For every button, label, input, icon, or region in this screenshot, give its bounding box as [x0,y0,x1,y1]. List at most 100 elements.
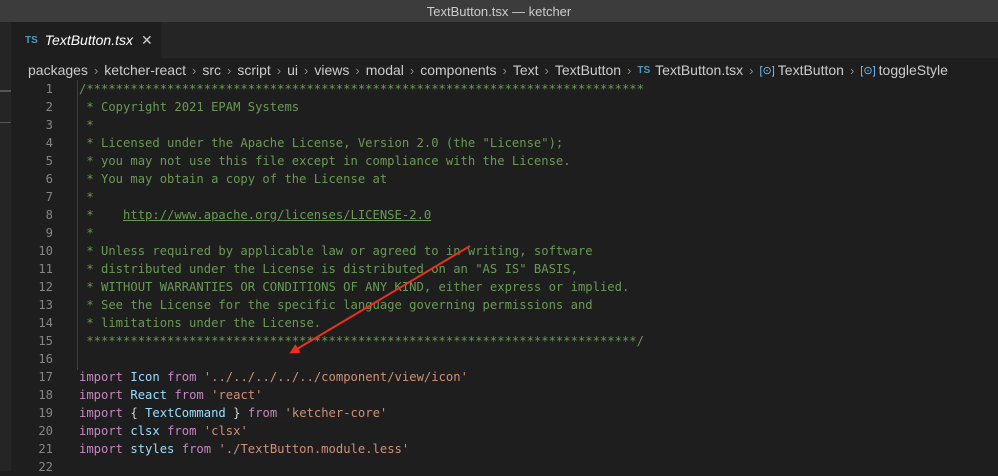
code-line: 3 * [11,116,998,134]
line-content: import { TextCommand } from 'ketcher-cor… [79,404,387,422]
line-number: 9 [45,226,53,240]
comment-text: * [79,226,94,240]
line-content: import React from 'react' [79,386,262,404]
line-number: 3 [45,118,53,132]
code-line: 11 * distributed under the License is di… [11,260,998,278]
line-content: import clsx from 'clsx' [79,422,248,440]
keyword-import: import [79,424,124,438]
gutter-divider [0,122,11,123]
comment-text: * distributed under the License is distr… [79,262,578,276]
line-content: * [79,224,94,242]
chevron-right-icon: › [849,62,855,78]
line-content: * distributed under the License is distr… [79,260,578,278]
chevron-right-icon: › [627,62,632,78]
comment-text: * Licensed under the Apache License, Ver… [79,136,564,150]
code-line: 15 *************************************… [11,332,998,350]
typescript-icon: TS [637,64,651,76]
chevron-right-icon: › [409,62,415,78]
line-number: 8 [45,208,53,222]
import-source: '../../../../../component/view/icon' [203,370,468,384]
code-line: 19 import { TextCommand } from 'ketcher-c… [11,404,998,422]
tab-title: TextButton.tsx [44,32,133,48]
line-content: * limitations under the License. [79,314,321,332]
chevron-right-icon: › [276,62,282,78]
line-number: 21 [38,442,53,456]
line-number: 14 [38,316,53,330]
keyword-from: from [167,424,197,438]
code-line: 21 import styles from './TextButton.modul… [11,440,998,458]
breadcrumb-symbol[interactable]: TextButton [778,62,844,78]
breadcrumb-file[interactable]: TextButton.tsx [655,62,743,78]
line-content: * Copyright 2021 EPAM Systems [79,98,299,116]
activity-gutter [0,58,11,471]
breadcrumb-item-ui[interactable]: ui [287,62,298,78]
code-line: 16 [11,350,998,368]
code-editor[interactable]: 1 /**************************************… [11,80,998,474]
breadcrumb-item-text[interactable]: Text [513,62,539,78]
line-content: * WITHOUT WARRANTIES OR CONDITIONS OF AN… [79,278,629,296]
line-content: * Licensed under the Apache License, Ver… [79,134,563,152]
line-number: 13 [38,298,53,312]
window-title: TextButton.tsx — ketcher [426,3,572,19]
line-content: import styles from './TextButton.module.… [79,440,409,458]
import-source: './TextButton.module.less' [218,442,410,456]
breadcrumb-item-src[interactable]: src [202,62,221,78]
chevron-right-icon: › [93,62,99,78]
import-name: React [130,388,168,402]
breadcrumb-item-components[interactable]: components [420,62,496,78]
import-name: styles [130,442,175,456]
line-content: * See the License for the specific langu… [79,296,592,314]
breadcrumb-item-script[interactable]: script [237,62,270,78]
code-line: 14 * limitations under the License. [11,314,998,332]
line-number: 11 [38,262,53,276]
line-number: 5 [45,154,53,168]
keyword-from: from [174,388,204,402]
line-number: 22 [38,460,53,474]
comment-text: * [79,118,94,132]
line-number: 17 [38,370,53,384]
line-number: 1 [45,82,53,96]
code-line: 10 * Unless required by applicable law o… [11,242,998,260]
line-number: 15 [38,334,53,348]
line-content: * You may obtain a copy of the License a… [79,170,387,188]
line-number: 2 [45,100,53,114]
symbol-icon: [⊙] [860,64,876,77]
keyword-from: from [181,442,212,456]
chevron-right-icon: › [191,62,197,78]
code-line: 4 * Licensed under the Apache License, V… [11,134,998,152]
code-line: 12 * WITHOUT WARRANTIES OR CONDITIONS OF… [11,278,998,296]
comment-text: ****************************************… [79,334,644,348]
line-content: import Icon from '../../../../../compone… [79,368,468,386]
breadcrumb-member[interactable]: toggleStyle [879,62,948,78]
typescript-icon: TS [25,34,38,46]
line-content: * Unless required by applicable law or a… [79,242,592,260]
line-number: 6 [45,172,53,186]
chevron-right-icon: › [355,62,360,78]
breadcrumb-item-views[interactable]: views [314,62,349,78]
line-content: * http://www.apache.org/licenses/LICENSE… [79,206,431,224]
keyword-import: import [79,370,124,384]
line-number: 10 [38,244,53,258]
comment-text: * [79,190,94,204]
breadcrumb-item-textbutton[interactable]: TextButton [555,62,621,78]
line-number: 20 [38,424,53,438]
comment-text: * you may not use this file except in co… [79,154,571,168]
code-line: 5 * you may not use this file except in … [11,152,998,170]
breadcrumb-item-modal[interactable]: modal [366,62,404,78]
code-line: 18 import React from 'react' [11,386,998,404]
code-line: 9 * [11,224,998,242]
tab-textbutton-tsx[interactable]: TS TextButton.tsx ✕ [11,22,161,58]
comment-text: * [79,208,124,222]
import-source: 'clsx' [203,424,248,438]
breadcrumb-item-ketcher-react[interactable]: ketcher-react [104,62,186,78]
chevron-right-icon: › [749,62,754,78]
license-link[interactable]: http://www.apache.org/licenses/LICENSE-2… [123,208,431,222]
code-line: 17 import Icon from '../../../../../compo… [11,368,998,386]
keyword-import: import [79,442,124,456]
comment-text: /***************************************… [79,82,644,96]
line-number: 18 [38,388,53,402]
import-name: Icon [130,370,160,384]
comment-text: * limitations under the License. [79,316,322,330]
breadcrumb-item-packages[interactable]: packages [28,62,88,78]
close-icon[interactable]: ✕ [141,32,153,49]
